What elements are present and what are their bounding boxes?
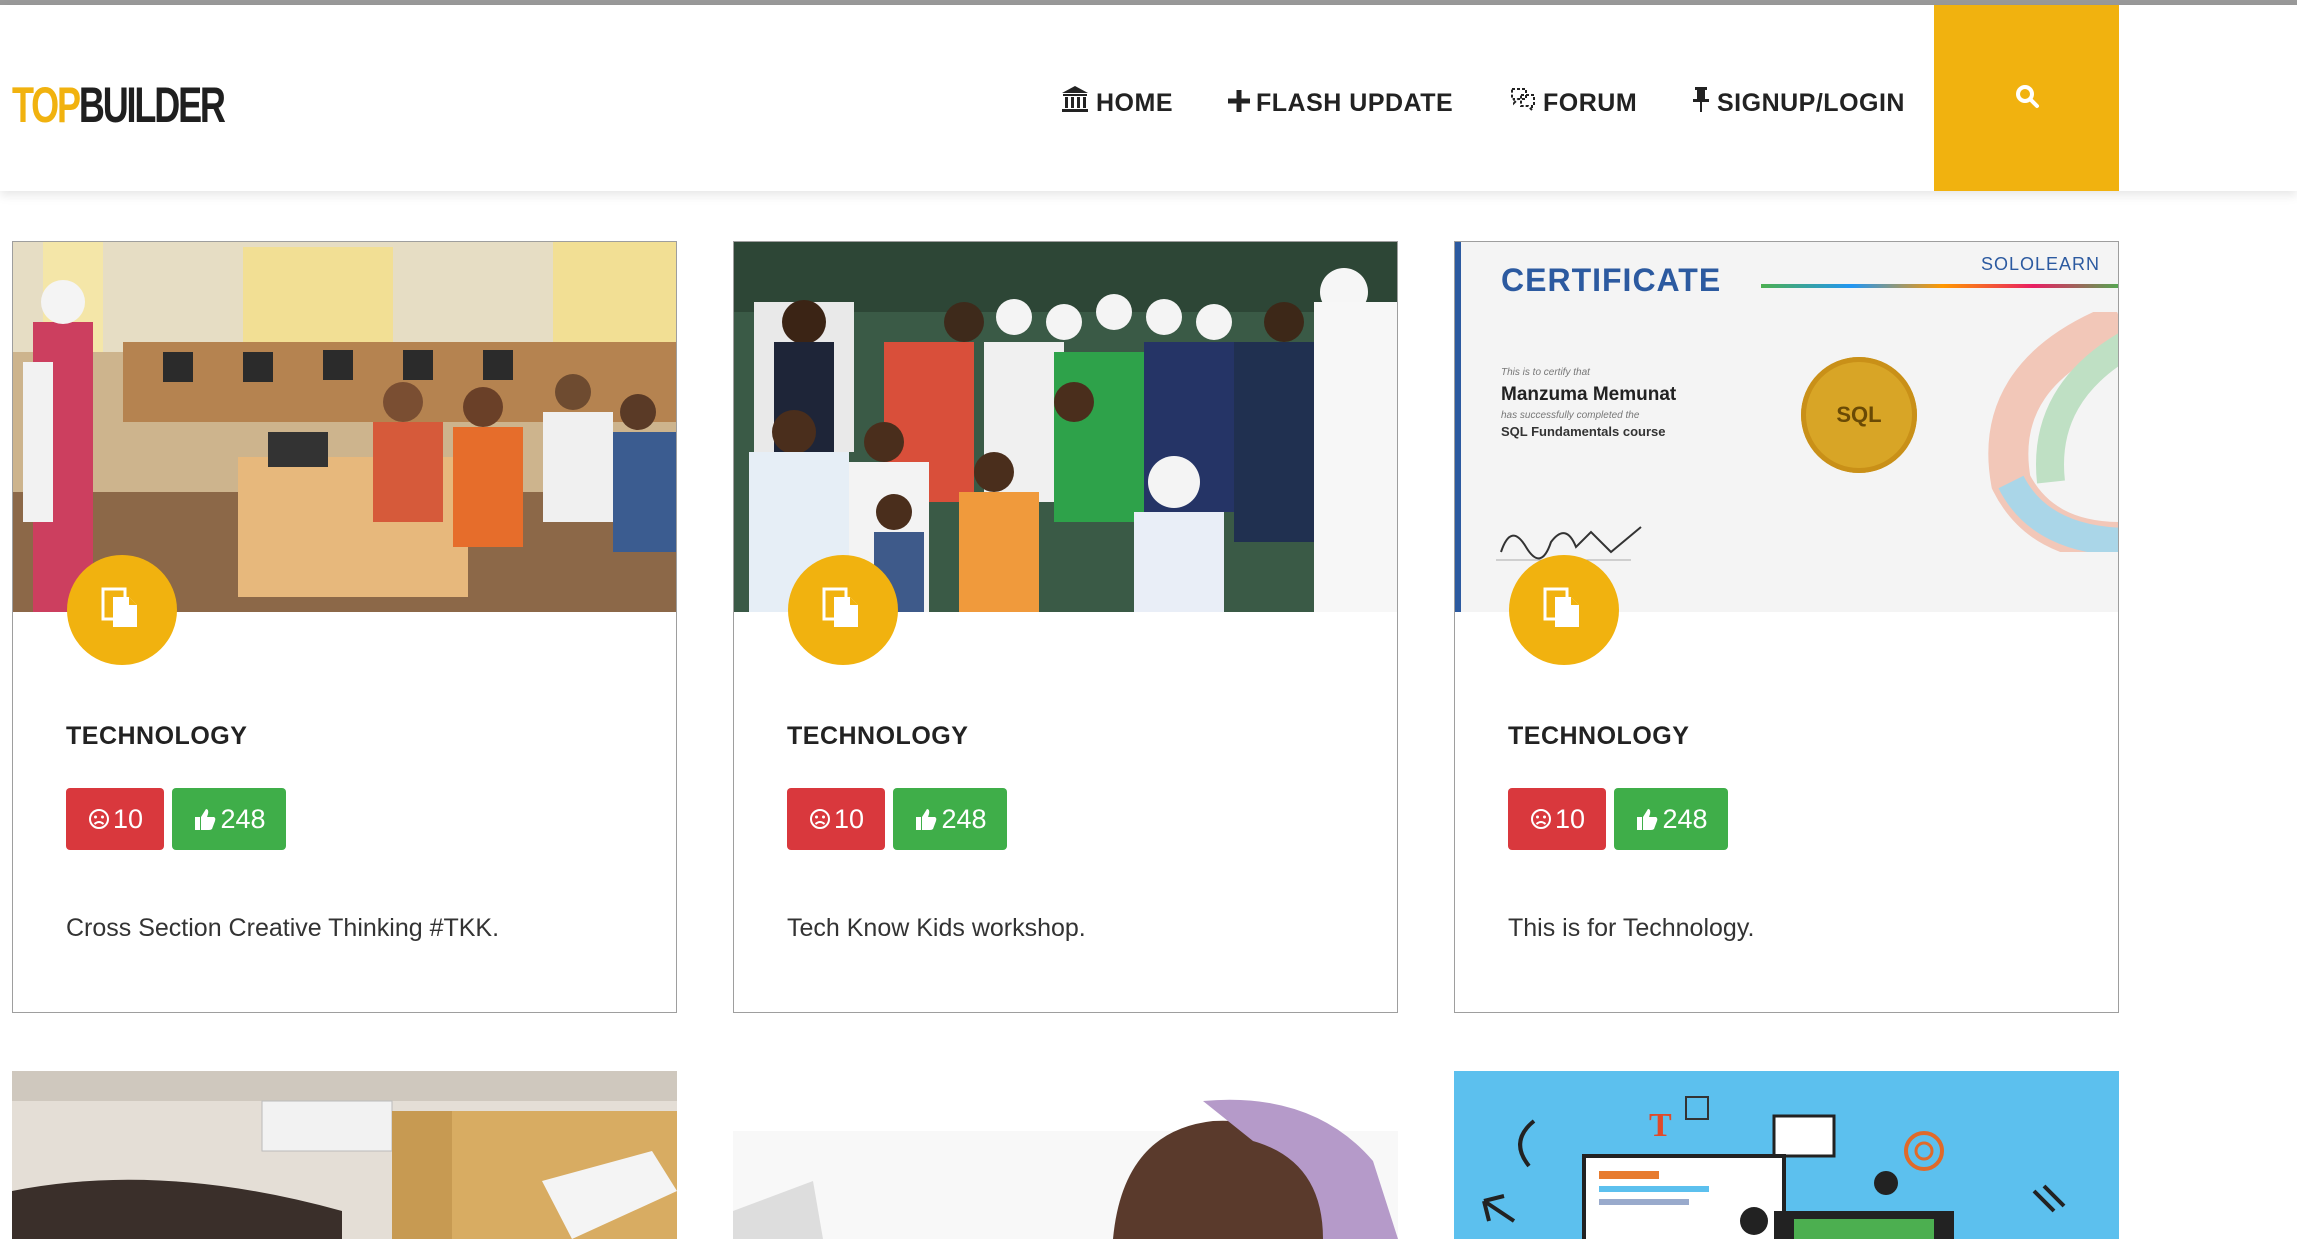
like-button[interactable]: 248 — [893, 788, 1007, 850]
dislike-count: 10 — [1554, 803, 1586, 834]
logo-top: TOP — [12, 77, 81, 133]
post-description: Cross Section Creative Thinking #TKK. — [66, 914, 500, 942]
like-count: 248 — [220, 803, 266, 834]
like-count: 248 — [941, 803, 987, 834]
logo-builder: BUILDER — [78, 77, 226, 133]
post-category: TECHNOLOGY — [66, 722, 248, 750]
nav-home[interactable]: HOME — [1060, 85, 1173, 121]
certificate-completed-text: has successfully completed the — [1501, 410, 1640, 421]
certificate-swirl — [1988, 312, 2118, 552]
thumbs-up-icon — [192, 806, 218, 832]
nav-forum-label: FORUM — [1543, 89, 1638, 117]
comments-icon — [1509, 85, 1537, 122]
thumbs-up-icon — [913, 806, 939, 832]
document-icon — [818, 583, 868, 638]
nav-signup-login[interactable]: SIGNUP/LOGIN — [1691, 85, 1905, 121]
post-image-tech-illustration[interactable]: T — [1454, 1071, 2119, 1239]
certificate-name: Manzuma Memunat — [1501, 384, 1677, 405]
post-category: TECHNOLOGY — [1508, 722, 1690, 750]
certificate-color-line — [1761, 284, 2118, 288]
dislike-button[interactable]: 10 — [787, 788, 885, 850]
dislike-count: 10 — [112, 803, 144, 834]
pin-icon — [1691, 85, 1711, 122]
seal-text: SQL — [1836, 402, 1882, 427]
bank-icon — [1060, 84, 1090, 123]
post-card[interactable]: TECHNOLOGY 10 248 Cross Section Creative… — [12, 241, 677, 1013]
post-card[interactable]: CERTIFICATE SOLOLEARN This is to certify… — [1454, 241, 2119, 1013]
nav-flash-update[interactable]: FLASH UPDATE — [1228, 85, 1453, 121]
post-type-badge — [1509, 555, 1619, 665]
post-category: TECHNOLOGY — [787, 722, 969, 750]
document-icon — [1539, 583, 1589, 638]
search-icon — [2014, 83, 2040, 114]
post-image-portrait[interactable] — [733, 1071, 1398, 1239]
post-card[interactable]: TECHNOLOGY 10 248 Tech Know Kids worksho… — [733, 241, 1398, 1013]
nav-flash-update-label: FLASH UPDATE — [1256, 89, 1454, 117]
certificate-seal: SQL — [1801, 357, 1917, 473]
like-button[interactable]: 248 — [1614, 788, 1728, 850]
post-type-badge — [788, 555, 898, 665]
like-count: 248 — [1662, 803, 1708, 834]
nav-forum[interactable]: FORUM — [1509, 85, 1637, 121]
sololearn-logo: SOLOLEARN — [1981, 254, 2101, 274]
frown-icon — [1529, 807, 1553, 831]
certificate-certify-text: This is to certify that — [1501, 367, 1590, 378]
nav-signup-login-label: SIGNUP/LOGIN — [1717, 89, 1905, 117]
dislike-button[interactable]: 10 — [1508, 788, 1606, 850]
certificate-course: SQL Fundamentals course — [1501, 424, 1666, 439]
post-description: Tech Know Kids workshop. — [787, 914, 1086, 942]
like-button[interactable]: 248 — [172, 788, 286, 850]
frown-icon — [87, 807, 111, 831]
dislike-count: 10 — [833, 803, 865, 834]
frown-icon — [808, 807, 832, 831]
site-logo[interactable]: TOPBUILDER — [12, 75, 226, 135]
nav-home-label: HOME — [1096, 89, 1173, 117]
post-type-badge — [67, 555, 177, 665]
post-description: This is for Technology. — [1508, 914, 1755, 942]
dislike-button[interactable]: 10 — [66, 788, 164, 850]
certificate-title: CERTIFICATE — [1501, 262, 1722, 298]
document-icon — [97, 583, 147, 638]
svg-text:T: T — [1649, 1107, 1672, 1144]
search-button[interactable] — [1934, 5, 2119, 191]
plus-icon — [1228, 85, 1250, 121]
thumbs-up-icon — [1634, 806, 1660, 832]
post-image-room[interactable] — [12, 1071, 677, 1239]
